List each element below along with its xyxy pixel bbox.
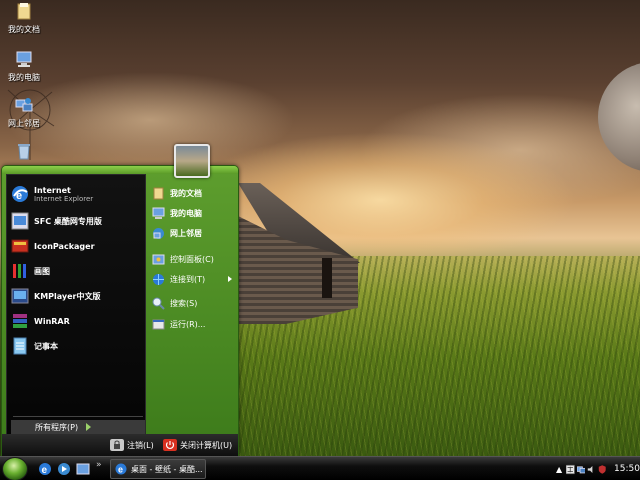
show-desktop-icon[interactable]: [76, 462, 90, 476]
start-place-label: 控制面板(C): [170, 254, 214, 264]
network-icon: [153, 227, 164, 239]
computer-icon: [16, 51, 32, 67]
internet-explorer-icon: e: [12, 186, 28, 202]
wallpaper-moon: [598, 62, 640, 172]
wallpaper-barn-door: [322, 258, 332, 298]
taskbar-window-button[interactable]: e 桌面 - 壁纸 - 桌酷...: [110, 459, 206, 479]
start-item-label: IconPackager: [34, 241, 95, 251]
start-item-internet-subtitle: Internet Explorer: [34, 194, 94, 203]
start-place-control-panel[interactable]: 控制面板(C): [152, 250, 238, 268]
taskbar: e » e 桌面 - 壁纸 - 桌酷... ▲ 15:50: [0, 456, 640, 480]
winrar-icon: [13, 314, 27, 328]
system-tray: ▲ 15:50: [550, 457, 640, 480]
start-place-connect-to[interactable]: 连接到(T): [152, 270, 238, 288]
input-method-icon[interactable]: [566, 464, 575, 475]
start-place-label: 我的电脑: [170, 208, 202, 218]
svg-text:e: e: [42, 465, 48, 476]
desktop-icon-my-computer[interactable]: 我的电脑: [0, 50, 48, 83]
start-item-notepad[interactable]: 记事本: [11, 335, 145, 357]
internet-explorer-icon[interactable]: e: [38, 462, 52, 476]
control-panel-icon: [152, 254, 165, 264]
network-icon: [15, 98, 33, 112]
search-icon: [152, 297, 165, 310]
start-place-my-computer[interactable]: 我的电脑: [152, 204, 238, 222]
start-item-internet-title: Internet: [34, 185, 71, 195]
taskbar-window-label: 桌面 - 壁纸 - 桌酷...: [131, 464, 203, 474]
start-item-label: KMPlayer中文版: [34, 291, 101, 301]
internet-explorer-icon: e: [115, 463, 127, 475]
iconpackager-icon: [11, 239, 29, 253]
start-item-kmplayer[interactable]: KMPlayer中文版: [11, 285, 145, 307]
start-menu-places-panel: 我的文档 我的电脑 网上邻居 控制面板(C) 连接到(T) 搜索(S) 运行(R…: [148, 174, 238, 437]
paint-icon: [13, 264, 26, 278]
logoff-label: 注销(L): [127, 440, 154, 450]
start-item-winrar[interactable]: WinRAR: [11, 310, 145, 332]
start-place-my-documents[interactable]: 我的文档: [152, 184, 238, 202]
kmplayer-icon: [11, 288, 29, 304]
svg-text:e: e: [118, 465, 123, 475]
lock-icon: [110, 439, 124, 451]
start-place-label: 运行(R)...: [170, 319, 206, 329]
start-menu-footer: 注销(L) 关闭计算机(U): [2, 434, 238, 456]
all-programs-label: 所有程序(P): [35, 422, 79, 432]
start-place-label: 搜索(S): [170, 298, 198, 308]
start-item-label: 画图: [34, 266, 50, 276]
start-place-label: 网上邻居: [170, 228, 202, 238]
start-button[interactable]: [2, 457, 28, 480]
start-place-label: 连接到(T): [170, 274, 206, 284]
desktop-icon-recycle-bin[interactable]: [0, 142, 48, 165]
start-menu-programs-panel: e Internet Internet Explorer SFC 桌酷网专用版 …: [6, 174, 146, 437]
start-place-label: 我的文档: [170, 188, 202, 198]
desktop-icon-label: 我的文档: [8, 25, 40, 34]
desktop-icon-network[interactable]: 网上邻居: [0, 96, 48, 129]
start-menu-separator: [13, 416, 143, 417]
media-player-icon[interactable]: [57, 462, 71, 476]
start-item-iconpackager[interactable]: IconPackager: [11, 235, 145, 257]
arrow-right-icon: [86, 423, 92, 431]
start-place-search[interactable]: 搜索(S): [152, 294, 238, 312]
start-item-paint[interactable]: 画图: [11, 260, 145, 282]
volume-icon[interactable]: [587, 464, 595, 475]
start-item-internet-explorer[interactable]: e Internet Internet Explorer: [11, 181, 145, 207]
network-tray-icon[interactable]: [576, 464, 586, 475]
documents-icon: [153, 187, 164, 199]
start-item-sfc[interactable]: SFC 桌酷网专用版: [11, 210, 145, 232]
start-place-network[interactable]: 网上邻居: [152, 224, 238, 242]
recycle-bin-icon: [18, 144, 30, 160]
user-picture[interactable]: [174, 144, 210, 178]
start-item-label: SFC 桌酷网专用版: [34, 216, 102, 226]
logoff-button[interactable]: 注销(L): [110, 438, 154, 452]
notepad-icon: [13, 337, 27, 355]
shutdown-label: 关闭计算机(U): [180, 440, 233, 450]
run-icon: [152, 319, 165, 329]
start-menu: e Internet Internet Explorer SFC 桌酷网专用版 …: [1, 144, 239, 456]
start-item-label: WinRAR: [34, 316, 70, 326]
desktop-icon-label: 我的电脑: [8, 73, 40, 82]
computer-icon: [152, 207, 165, 219]
connect-icon: [153, 273, 164, 285]
taskbar-clock[interactable]: 15:50: [614, 464, 640, 474]
submenu-arrow-icon: [228, 276, 232, 282]
svg-text:e: e: [16, 190, 22, 202]
tray-expand-icon[interactable]: ▲: [556, 465, 562, 474]
folder-icon: [17, 3, 31, 20]
all-programs-button[interactable]: 所有程序(P): [11, 420, 145, 434]
sfc-icon: [11, 212, 29, 230]
desktop-icon-label: 网上邻居: [8, 119, 40, 128]
start-place-run[interactable]: 运行(R)...: [152, 315, 238, 333]
desktop-icon-my-documents[interactable]: 我的文档: [0, 2, 48, 35]
security-icon[interactable]: [598, 464, 606, 475]
power-icon: [163, 439, 177, 451]
shutdown-button[interactable]: 关闭计算机(U): [163, 438, 232, 452]
quicklaunch-overflow[interactable]: »: [96, 460, 102, 470]
start-item-label: 记事本: [34, 341, 58, 351]
